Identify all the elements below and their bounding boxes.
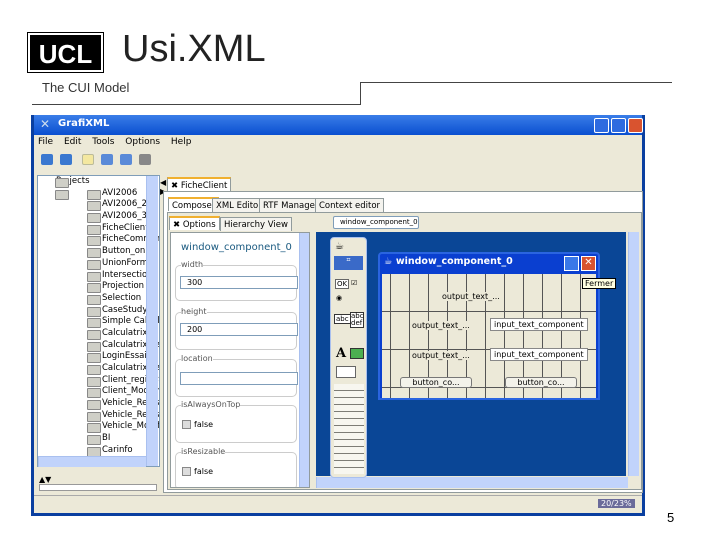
height-label: height	[181, 307, 207, 316]
menu-options[interactable]: Options	[125, 137, 160, 147]
grafixml-window: ✕ GrafiXML File Edit Tools Options Help P…	[31, 115, 645, 516]
radio-tool-icon[interactable]: ◉	[336, 294, 342, 302]
button-component[interactable]: button_co...	[505, 377, 577, 388]
checkbox-label: false	[194, 467, 214, 476]
tab-rtf-manager[interactable]: RTF Manager	[259, 198, 323, 212]
image-tool-icon[interactable]	[350, 348, 364, 359]
java-icon: ☕	[335, 241, 344, 252]
title-bar: ✕ GrafiXML	[34, 115, 642, 135]
grid-layout: output_text_... output_text_... input_te…	[382, 274, 596, 398]
location-label: location	[181, 354, 213, 363]
checkbox-tool-icon[interactable]: ☑	[351, 279, 357, 287]
height-input[interactable]: 200	[180, 323, 298, 336]
button-tool[interactable]: OK	[335, 279, 350, 289]
tab-label: Options	[182, 220, 216, 230]
new-icon[interactable]	[82, 154, 94, 165]
project-tree: Projects AVI2006 AVI2006_2 AVI2006_3 FicheC…	[37, 175, 160, 467]
divider	[32, 104, 360, 105]
close-button[interactable]	[628, 118, 643, 133]
maximize-button[interactable]	[611, 118, 626, 133]
tab-xml-editor[interactable]: XML Editor	[212, 198, 266, 212]
tree-bottom-scroll[interactable]	[39, 484, 157, 491]
always-on-top-checkbox[interactable]: false	[182, 420, 213, 429]
label-tool[interactable]: abc	[334, 314, 351, 324]
tree-root[interactable]: Projects	[38, 176, 159, 188]
always-on-top-group: isAlwaysOnTop false	[175, 400, 297, 443]
status-divider	[34, 495, 642, 496]
menu-help[interactable]: Help	[171, 137, 192, 147]
widget-palette: ☕ ⌗ OK ☑ ◉ abc abc def A	[330, 237, 367, 478]
open-icon[interactable]	[60, 154, 72, 165]
textarea-tool[interactable]: abc def	[350, 312, 364, 328]
tree-vscrollbar[interactable]	[146, 176, 158, 466]
menu-file[interactable]: File	[38, 137, 53, 147]
menu-tools[interactable]: Tools	[92, 137, 114, 147]
width-label: width	[181, 260, 204, 269]
tab-hierarchy-view[interactable]: Hierarchy View	[220, 217, 292, 231]
input-text[interactable]: input_text_component	[490, 318, 588, 331]
x-icon: ✕	[40, 117, 51, 131]
preview-window: ☕ window_component_0 ✕ output_text_... o…	[378, 252, 600, 400]
location-input[interactable]	[180, 372, 298, 385]
print-icon[interactable]	[139, 154, 151, 165]
tab-ficheclient[interactable]: ✖ FicheClient	[167, 177, 232, 191]
save-icon[interactable]	[101, 154, 113, 165]
output-text[interactable]: output_text_...	[442, 292, 500, 301]
resizable-group: isResizable false	[175, 447, 297, 487]
canvas-hscrollbar[interactable]	[316, 477, 628, 488]
tab-label: FicheClient	[180, 181, 228, 191]
tab-context-editor[interactable]: Context editor	[315, 198, 385, 212]
canvas-vscrollbar[interactable]	[628, 232, 639, 476]
options-scrollbar[interactable]	[299, 233, 309, 487]
width-group: width 300	[175, 260, 298, 301]
page-number: 5	[667, 510, 675, 525]
divider	[360, 82, 361, 105]
slide-subtitle: The CUI Model	[42, 80, 130, 95]
button-component[interactable]: button_co...	[400, 377, 472, 388]
slide-title: Usi.XML	[122, 28, 266, 70]
input-text[interactable]: input_text_component	[490, 348, 588, 361]
divider	[360, 82, 672, 83]
tree-hscrollbar[interactable]	[38, 456, 146, 467]
menu-bar: File Edit Tools Options Help	[38, 137, 191, 147]
resizable-checkbox[interactable]: false	[182, 467, 213, 476]
preview-title: ☕ window_component_0	[384, 256, 513, 267]
component-heading: window_component_0	[181, 242, 292, 253]
always-on-top-label: isAlwaysOnTop	[181, 400, 241, 409]
preview-title-text: window_component_0	[395, 256, 513, 267]
component-dropdown[interactable]: window_component_0	[333, 216, 419, 229]
preview-close-button[interactable]: ✕	[581, 256, 596, 271]
tooltip: Fermer	[582, 278, 617, 289]
layout-tools-icon[interactable]	[334, 384, 364, 474]
output-text[interactable]: output_text_...	[412, 351, 470, 360]
open-folder-icon[interactable]	[41, 154, 53, 165]
group-tool-icon[interactable]	[336, 366, 356, 378]
preview-minimize-button[interactable]	[564, 256, 579, 271]
window-title: GrafiXML	[58, 118, 110, 129]
height-group: height 200	[175, 307, 298, 350]
location-group: location	[175, 354, 298, 397]
checkbox-label: false	[194, 420, 214, 429]
window-tool-icon[interactable]: ⌗	[334, 256, 363, 270]
status-indicator: 20/23%	[598, 499, 635, 508]
options-panel: window_component_0 width 300 height 200 lo…	[170, 232, 310, 488]
width-input[interactable]: 300	[180, 276, 298, 289]
output-text[interactable]: output_text_...	[412, 321, 470, 330]
resizable-label: isResizable	[181, 447, 226, 456]
collapse-arrows-icon[interactable]: ▲▼	[39, 475, 51, 484]
minimize-button[interactable]	[594, 118, 609, 133]
save-all-icon[interactable]	[120, 154, 132, 165]
menu-edit[interactable]: Edit	[64, 137, 81, 147]
ucl-logo: UCL	[27, 32, 104, 73]
tab-options[interactable]: ✖ Options	[169, 216, 220, 230]
text-tool-icon[interactable]: A	[336, 346, 346, 361]
